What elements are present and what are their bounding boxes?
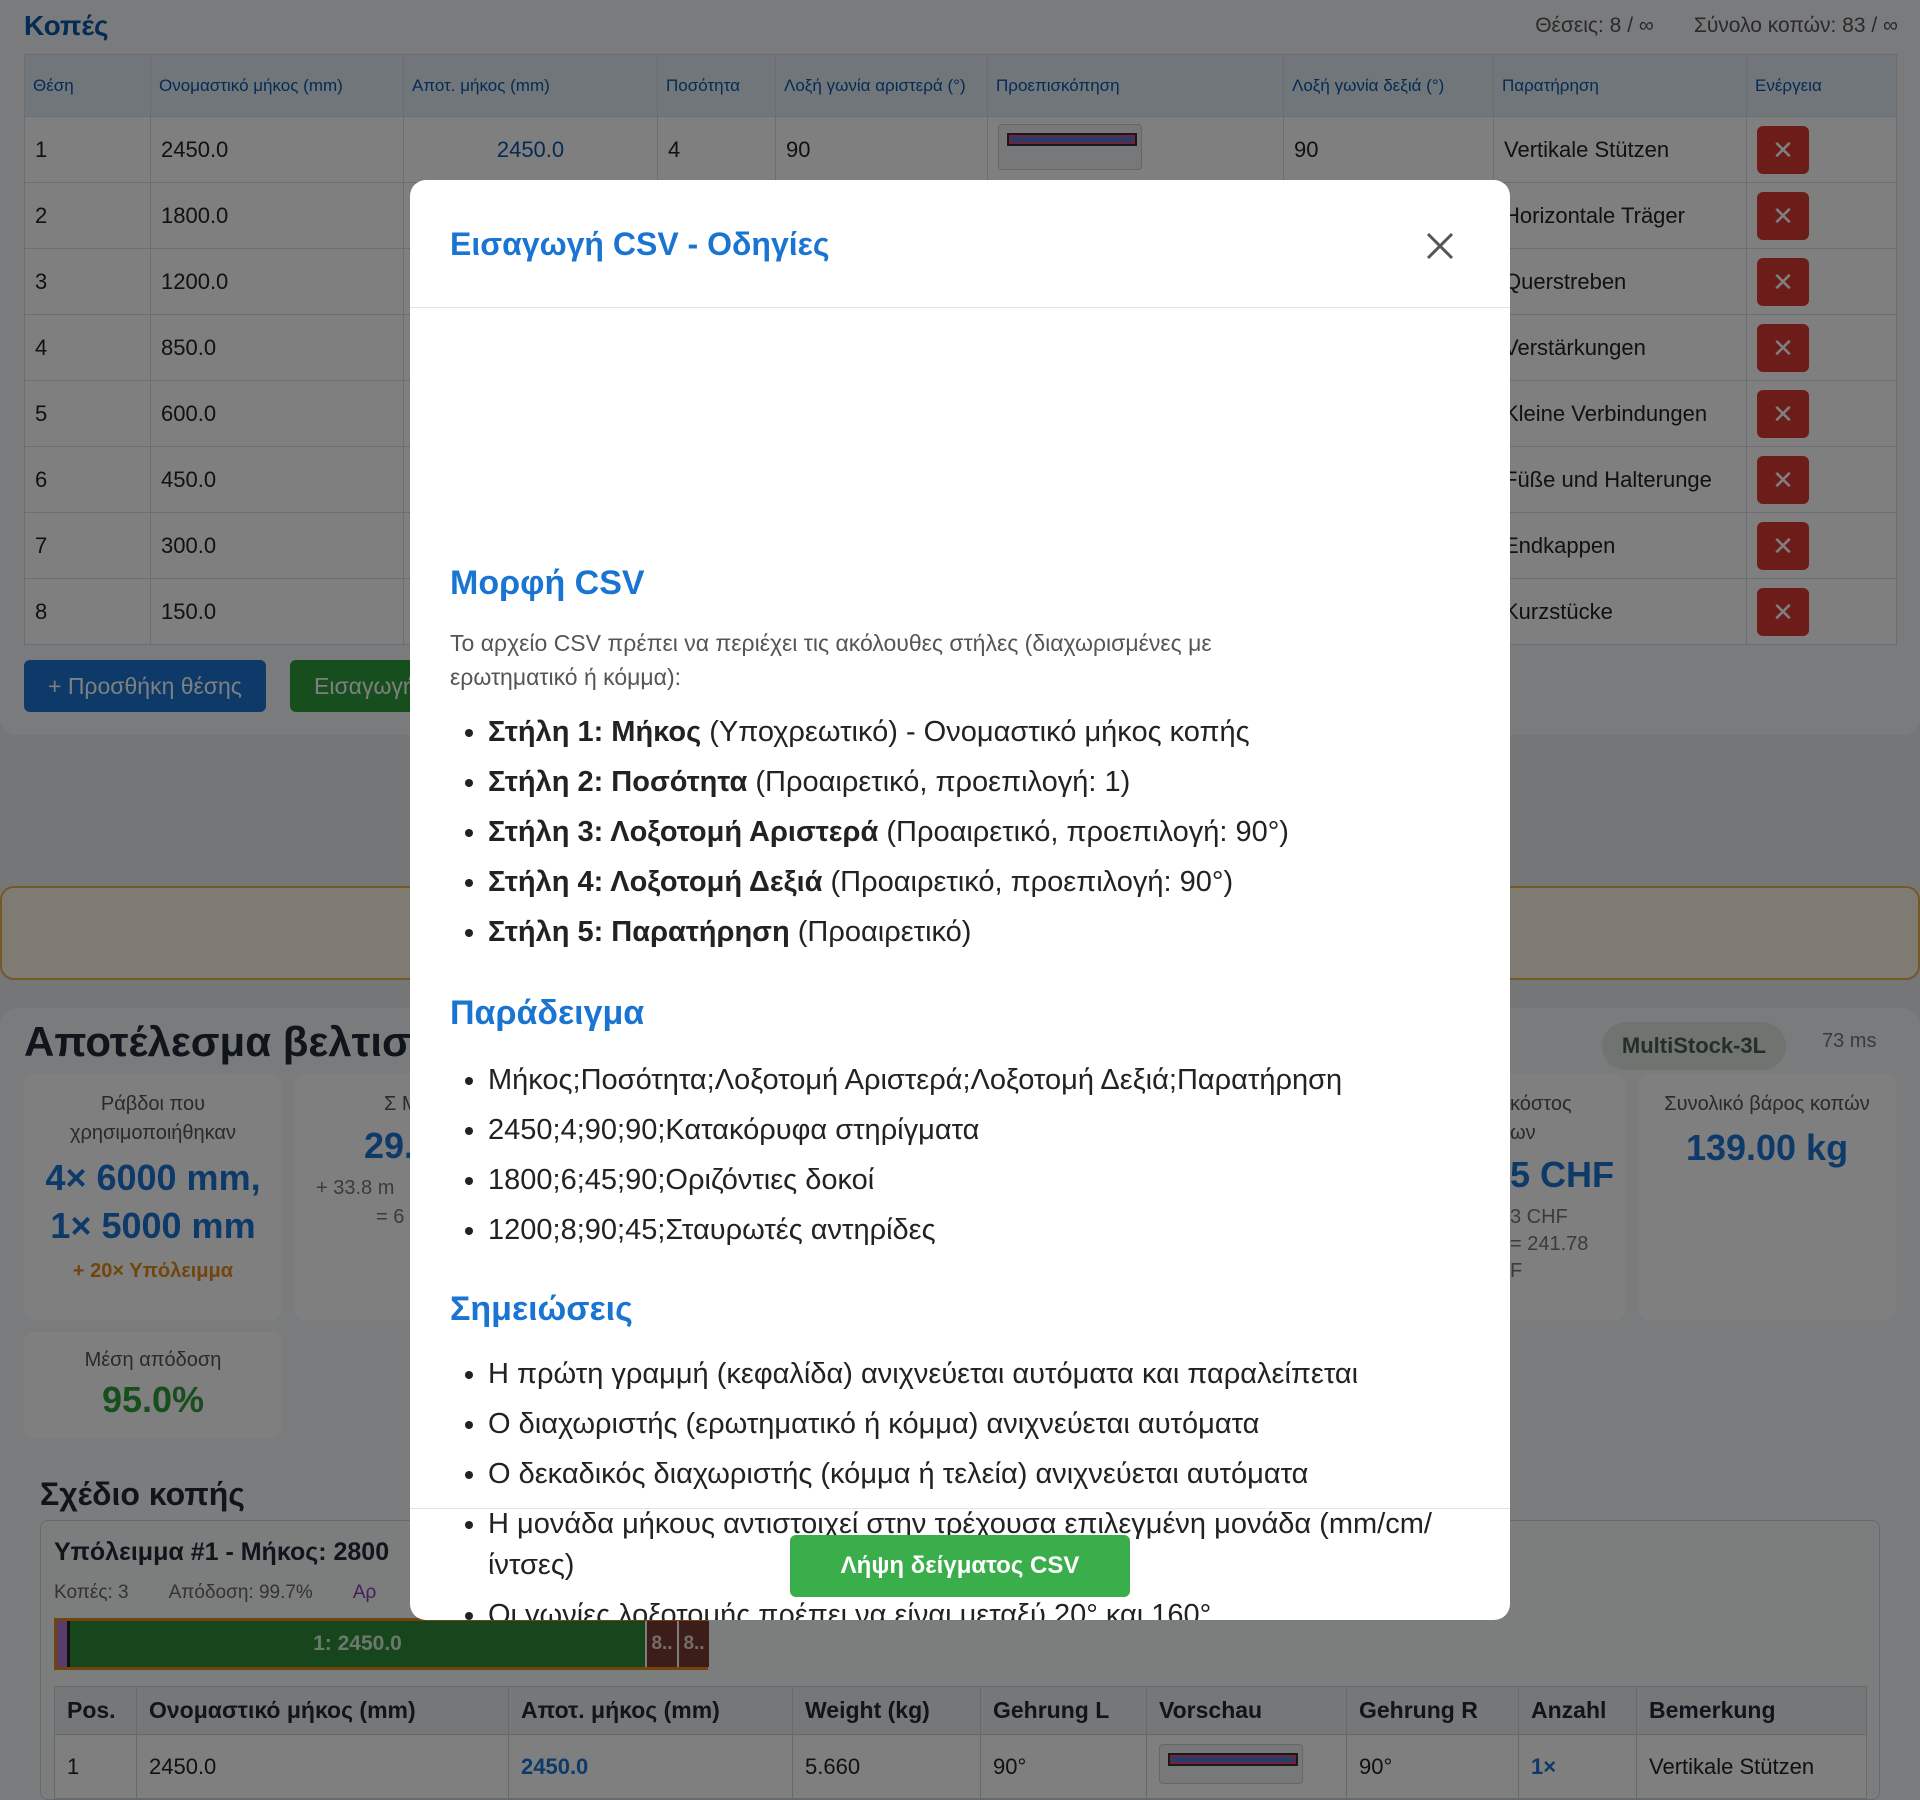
column-name: Στήλη 4: Λοξοτομή Δεξιά [488,866,823,898]
column-name: Στήλη 2: Ποσότητα [488,766,748,798]
column-name: Στήλη 1: Μήκος [488,716,702,748]
list-item: 1800;6;45;90;Οριζόντιες δοκοί [488,1160,1470,1201]
column-name: Στήλη 5: Παρατήρηση [488,916,790,948]
list-item: Στήλη 3: Λοξοτομή Αριστερά (Προαιρετικό,… [488,812,1470,853]
columns-list: Στήλη 1: Μήκος (Υποχρεωτικό) - Ονομαστικ… [450,712,1470,962]
modal-header: Εισαγωγή CSV - Οδηγίες [410,180,1510,308]
format-heading: Μορφή CSV [450,564,645,602]
list-item: Στήλη 1: Μήκος (Υποχρεωτικό) - Ονομαστικ… [488,712,1470,753]
format-intro: Το αρχείο CSV πρέπει να περιέχει τις ακό… [450,630,1212,690]
list-item: Στήλη 4: Λοξοτομή Δεξιά (Προαιρετικό, πρ… [488,862,1470,903]
list-item: Ο διαχωριστής (ερωτηματικό ή κόμμα) ανιχ… [488,1404,1450,1445]
modal-title: Εισαγωγή CSV - Οδηγίες [450,226,830,262]
column-desc: (Υποχρεωτικό) - Ονομαστικό μήκος κοπής [701,716,1250,748]
csv-import-modal: Εισαγωγή CSV - Οδηγίες Μορφή CSV Το αρχε… [410,180,1510,1620]
list-item: 1200;8;90;45;Σταυρωτές αντηρίδες [488,1210,1470,1251]
notes-heading: Σημειώσεις [450,1290,633,1328]
modal-footer: Λήψη δείγματος CSV [410,1508,1510,1620]
example-list: Μήκος;Ποσότητα;Λοξοτομή Αριστερά;Λοξοτομ… [450,1060,1470,1260]
column-desc: (Προαιρετικό, προεπιλογή: 1) [747,766,1131,798]
list-item: Στήλη 5: Παρατήρηση (Προαιρετικό) [488,912,1470,953]
list-item: 2450;4;90;90;Κατακόρυφα στηρίγματα [488,1110,1470,1151]
close-icon[interactable] [1420,226,1460,266]
column-desc: (Προαιρετικό, προεπιλογή: 90°) [878,816,1289,848]
list-item: Ο δεκαδικός διαχωριστής (κόμμα ή τελεία)… [488,1454,1450,1495]
example-heading: Παράδειγμα [450,994,645,1032]
column-desc: (Προαιρετικό) [789,916,972,948]
column-name: Στήλη 3: Λοξοτομή Αριστερά [488,816,879,848]
column-desc: (Προαιρετικό, προεπιλογή: 90°) [822,866,1234,898]
download-sample-csv-button[interactable]: Λήψη δείγματος CSV [790,1535,1130,1597]
list-item: Μήκος;Ποσότητα;Λοξοτομή Αριστερά;Λοξοτομ… [488,1060,1470,1101]
list-item: Η πρώτη γραμμή (κεφαλίδα) ανιχνεύεται αυ… [488,1354,1450,1395]
list-item: Στήλη 2: Ποσότητα (Προαιρετικό, προεπιλο… [488,762,1470,803]
modal-body: Μορφή CSV Το αρχείο CSV πρέπει να περιέχ… [450,308,1480,1620]
